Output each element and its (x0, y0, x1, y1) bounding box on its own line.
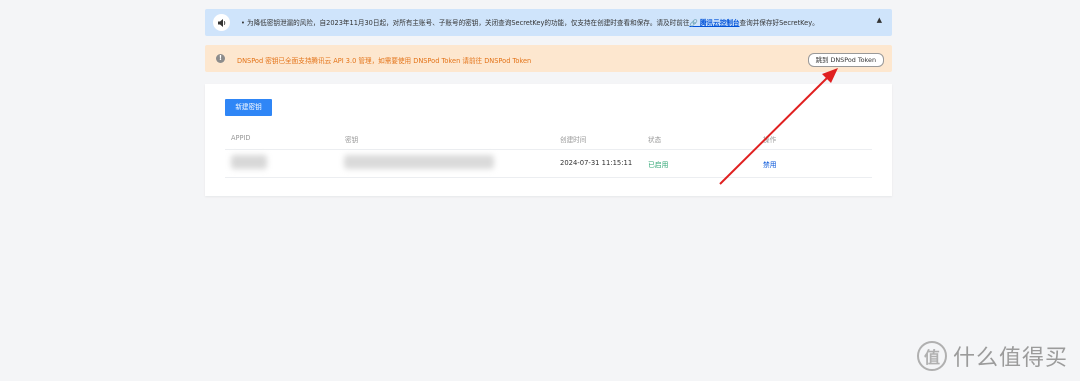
table-row-divider (225, 177, 872, 178)
column-status: 状态 (648, 136, 662, 144)
notice-banner: • 为降低密钥泄漏的风险，自2023年11月30日起，对所有主账号、子账号的密钥… (205, 9, 892, 36)
console-link[interactable]: 🔗 腾讯云控制台 (689, 19, 739, 27)
dnspod-banner: ! DNSPod 密钥已全面支持腾讯云 API 3.0 管理，如需要使用 DNS… (205, 45, 892, 72)
key-list-card: 新建密钥 APPID 密钥 创建时间 状态 操作 2024-07-31 11:1… (205, 84, 892, 196)
jump-dnspod-token-button[interactable]: 跳到 DNSPod Token (807, 53, 884, 67)
column-appid: APPID (231, 134, 251, 142)
appid-redacted (231, 155, 267, 169)
notice-text: • 为降低密钥泄漏的风险，自2023年11月30日起，对所有主账号、子账号的密钥… (241, 19, 819, 27)
speaker-icon (213, 14, 230, 31)
column-created: 创建时间 (560, 136, 587, 144)
watermark-badge: 值 (916, 341, 947, 371)
created-time: 2024-07-31 11:15:11 (560, 159, 633, 167)
collapse-up-icon[interactable]: ▲ (877, 16, 882, 24)
warning-icon: ! (216, 54, 225, 63)
watermark-text: 什么值得买 (952, 346, 1068, 371)
disable-link[interactable]: 禁用 (763, 159, 777, 169)
column-key: 密钥 (345, 136, 359, 144)
column-action: 操作 (763, 136, 777, 144)
watermark-logo: 值 什么值得买 (916, 340, 1068, 372)
status-badge: 已启用 (648, 161, 669, 169)
dnspod-text: DNSPod 密钥已全面支持腾讯云 API 3.0 管理，如需要使用 DNSPo… (237, 57, 532, 65)
key-redacted (344, 155, 494, 169)
new-key-button[interactable]: 新建密钥 (225, 99, 272, 116)
table-header-divider (225, 149, 872, 150)
